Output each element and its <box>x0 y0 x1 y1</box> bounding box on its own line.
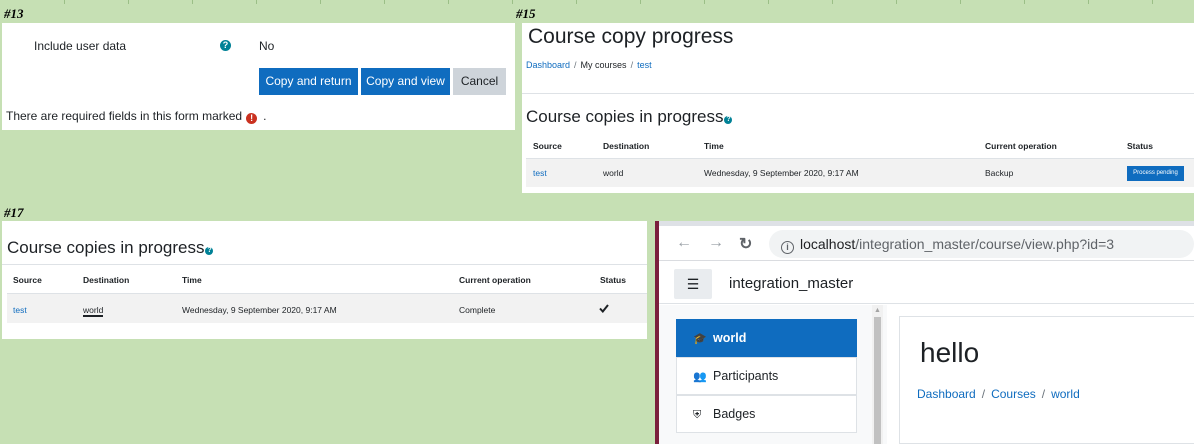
reload-icon[interactable]: ↻ <box>739 234 752 254</box>
drawer-item-world[interactable]: 🎓 world <box>676 319 857 357</box>
row-destination: world <box>603 168 624 178</box>
forward-arrow-icon[interactable]: → <box>708 234 724 252</box>
copy-progress-screenshot: Course copy progress Dashboard / My course… <box>522 23 1194 193</box>
help-icon[interactable]: ? <box>724 116 733 124</box>
breadcrumb-courses[interactable]: Courses <box>991 387 1036 401</box>
shield-icon: ⛨ <box>693 409 702 421</box>
divider <box>522 93 1194 94</box>
nav-drawer: 🎓 world 👥 Participants ⛨ Badges <box>659 305 887 444</box>
drawer-item-participants[interactable]: 👥 Participants <box>676 357 857 395</box>
col-operation: Current operation <box>985 141 1057 151</box>
required-note-end: . <box>263 109 267 123</box>
required-note-text: There are required fields in this form m… <box>6 109 243 123</box>
help-icon[interactable]: ? <box>205 247 214 255</box>
menu-icon[interactable]: ☰ <box>674 269 712 299</box>
col-time: Time <box>182 275 202 285</box>
table-row <box>526 159 1194 187</box>
breadcrumb-world[interactable]: world <box>1051 387 1080 401</box>
cancel-button[interactable]: Cancel <box>453 68 506 95</box>
cell-label-13: #13 <box>4 6 24 21</box>
scroll-thumb[interactable] <box>874 317 881 444</box>
col-source: Source <box>533 141 562 151</box>
browser-toolbar: ← → ↻ i localhost/integration_master/cour… <box>659 226 1194 261</box>
site-name[interactable]: integration_master <box>729 275 853 292</box>
breadcrumb: Dashboard / My courses / test <box>526 60 652 70</box>
breadcrumb: Dashboard / Courses / world <box>917 387 1080 401</box>
status-badge: Process pending <box>1127 166 1184 181</box>
section-heading: Course copies in progress? <box>526 107 733 126</box>
course-content: hello Dashboard / Courses / world <box>899 316 1194 444</box>
copy-and-view-button[interactable]: Copy and view <box>361 68 450 95</box>
help-icon[interactable]: ? <box>220 40 231 51</box>
back-arrow-icon[interactable]: ← <box>676 234 692 252</box>
cell-label-17: #17 <box>4 205 24 220</box>
spreadsheet-gridlines <box>0 0 1194 4</box>
scroll-up-icon[interactable]: ▲ <box>874 307 881 314</box>
include-user-data-label: Include user data <box>34 39 127 53</box>
row-time: Wednesday, 9 September 2020, 9:17 AM <box>704 168 859 178</box>
site-navbar: ☰ integration_master <box>659 262 1194 304</box>
check-icon <box>599 304 609 313</box>
copy-form-screenshot: Include user data ? No Copy and return C… <box>2 23 515 130</box>
col-time: Time <box>704 141 724 151</box>
breadcrumb-dashboard[interactable]: Dashboard <box>526 60 570 70</box>
row-source-link[interactable]: test <box>533 168 547 178</box>
required-fields-note: There are required fields in this form m… <box>6 109 266 124</box>
page-title: Course copy progress <box>528 25 734 48</box>
col-status: Status <box>600 275 626 285</box>
breadcrumb-test[interactable]: test <box>637 60 652 70</box>
section-heading: Course copies in progress? <box>7 238 214 257</box>
page-heading: hello <box>920 337 980 368</box>
breadcrumb-my-courses[interactable]: My courses <box>581 60 627 70</box>
col-status: Status <box>1127 141 1153 151</box>
required-icon: ! <box>246 113 258 124</box>
users-icon: 👥 <box>693 371 707 383</box>
browser-screenshot: ← → ↻ i localhost/integration_master/cour… <box>655 221 1194 444</box>
url-path: /integration_master/course/view.php?id=3 <box>855 236 1115 252</box>
col-destination: Destination <box>603 141 650 151</box>
row-source-link[interactable]: test <box>13 305 27 315</box>
graduation-cap-icon: 🎓 <box>693 333 707 345</box>
table-top-rule <box>2 264 647 265</box>
col-destination: Destination <box>83 275 130 285</box>
row-operation: Backup <box>985 168 1014 178</box>
address-bar[interactable]: i localhost/integration_master/course/vie… <box>769 230 1194 258</box>
drawer-scrollbar[interactable]: ▲ <box>872 305 883 444</box>
copy-complete-screenshot: Course copies in progress? Source Destin… <box>2 221 647 339</box>
col-operation: Current operation <box>459 275 531 285</box>
breadcrumb-dashboard[interactable]: Dashboard <box>917 387 976 401</box>
info-icon[interactable]: i <box>781 241 794 254</box>
cell-label-15: #15 <box>516 6 536 21</box>
include-user-data-value: No <box>259 39 275 53</box>
copy-and-return-button[interactable]: Copy and return <box>259 68 358 95</box>
drawer-item-badges[interactable]: ⛨ Badges <box>676 395 857 433</box>
row-destination[interactable]: world <box>83 305 104 317</box>
url-host: localhost <box>800 236 856 252</box>
row-operation: Complete <box>459 305 496 315</box>
col-source: Source <box>13 275 42 285</box>
row-time: Wednesday, 9 September 2020, 9:17 AM <box>182 305 337 315</box>
